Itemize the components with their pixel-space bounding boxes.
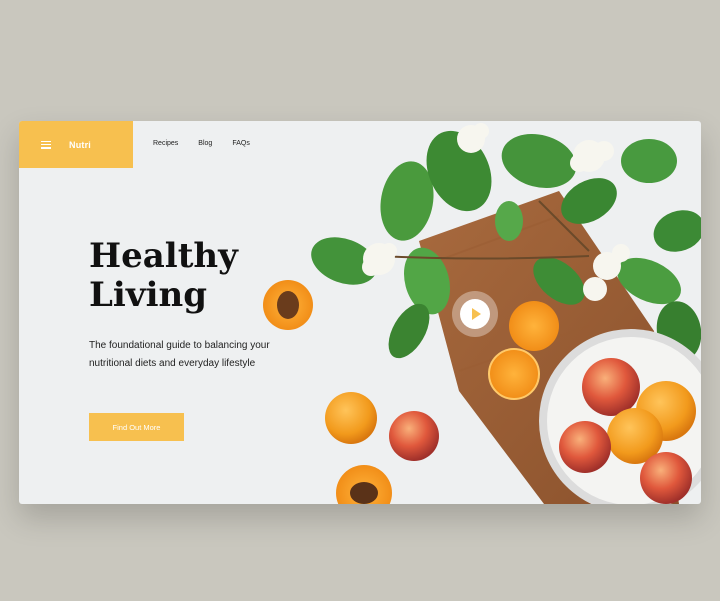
top-nav: Recipes Blog FAQs bbox=[153, 140, 250, 147]
brand-block: Nutri bbox=[19, 121, 133, 168]
brand-logo[interactable]: Nutri bbox=[69, 140, 91, 150]
nav-faqs-link[interactable]: FAQs bbox=[232, 140, 250, 147]
apricot-half-board-top bbox=[509, 301, 559, 351]
play-icon bbox=[460, 299, 490, 329]
hero-description: The foundational guide to balancing your… bbox=[89, 340, 270, 369]
hamburger-menu-icon[interactable] bbox=[41, 140, 51, 149]
landing-page-card: Nutri Recipes Blog FAQs Healthy Living T… bbox=[19, 121, 701, 504]
play-button[interactable] bbox=[452, 291, 498, 337]
nav-recipes-link[interactable]: Recipes bbox=[153, 140, 178, 147]
hero-title-line1: Healthy bbox=[89, 236, 238, 276]
apricot-half-left bbox=[263, 280, 313, 330]
peach-whole bbox=[389, 411, 439, 461]
hero-title: Healthy Living bbox=[89, 237, 238, 315]
apricot-half-board bbox=[488, 348, 540, 400]
apricot-half-bottom bbox=[336, 465, 392, 504]
apricot-whole bbox=[325, 392, 377, 444]
find-out-more-button[interactable]: Find Out More bbox=[89, 413, 184, 441]
nav-blog-link[interactable]: Blog bbox=[198, 140, 212, 147]
hero-title-line2: Living bbox=[89, 275, 207, 315]
